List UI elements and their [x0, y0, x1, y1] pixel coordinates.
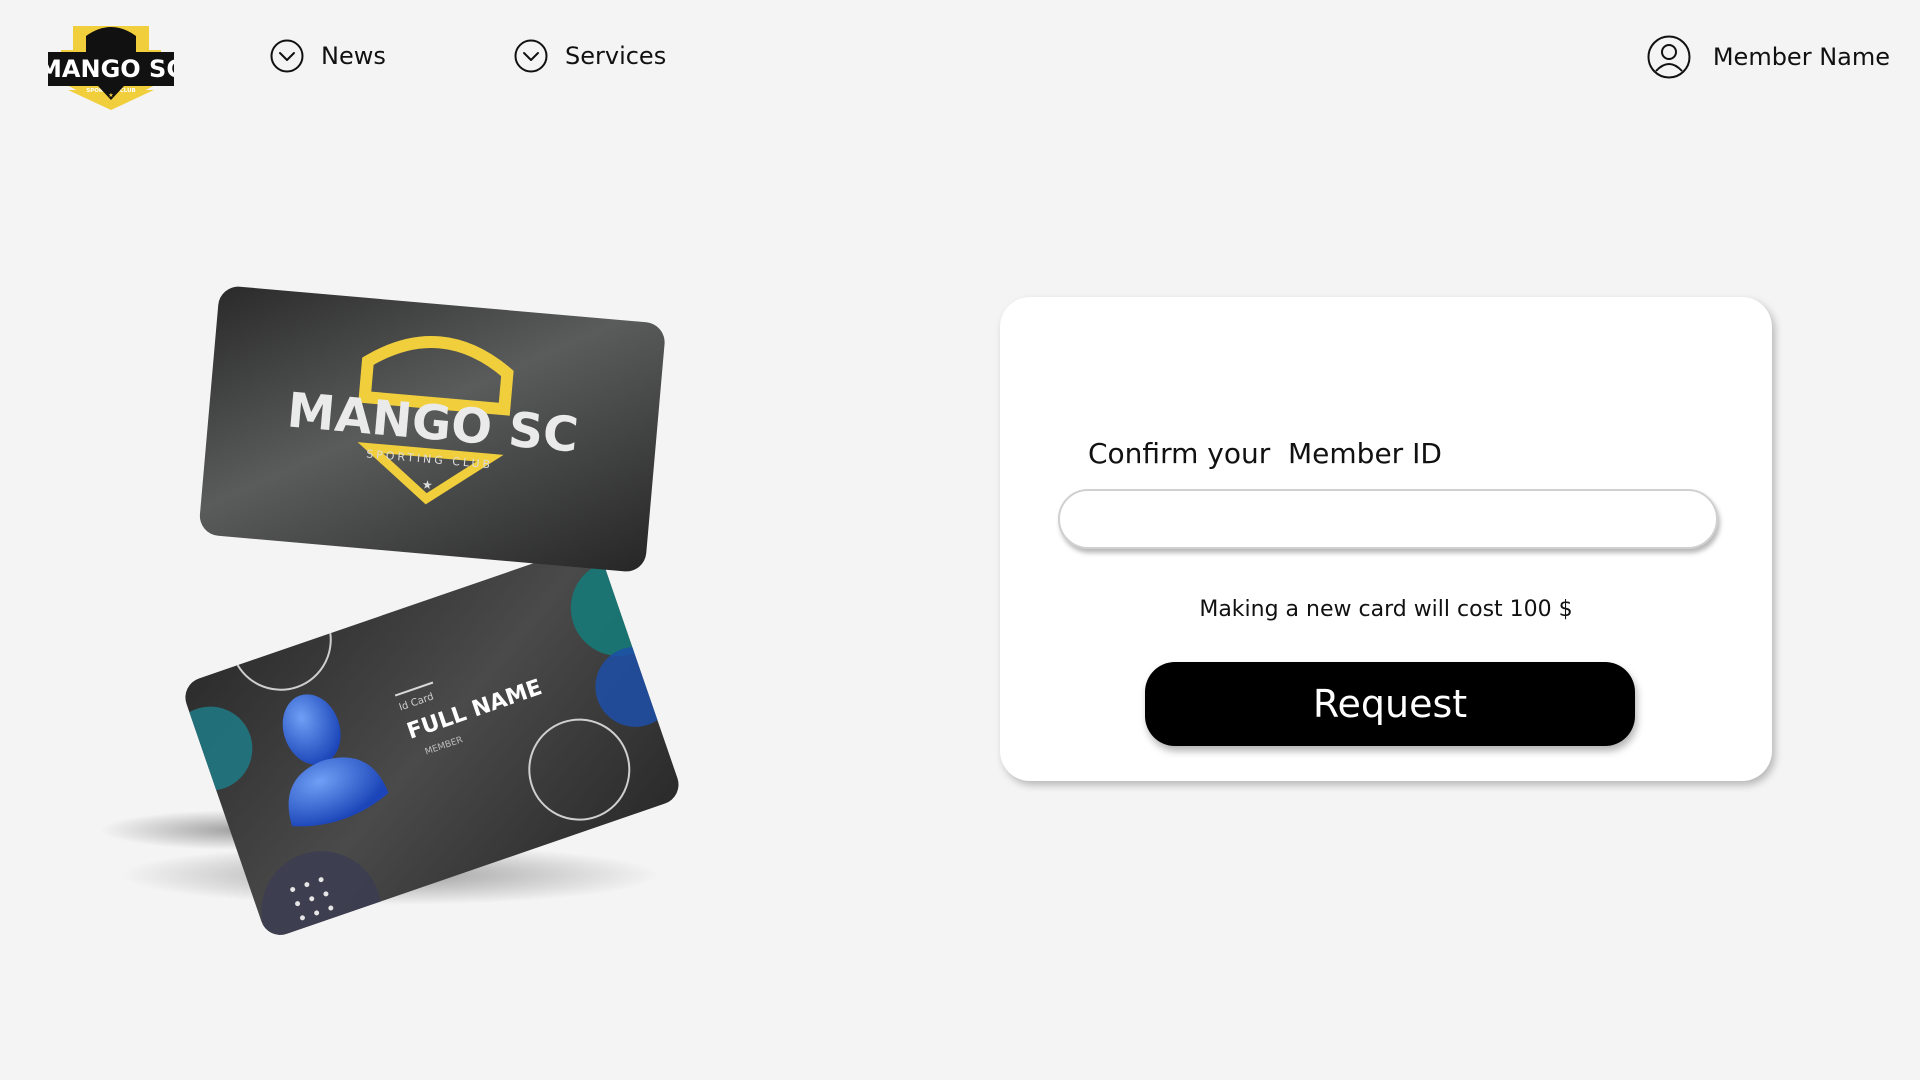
nav-news[interactable]: News [270, 36, 386, 76]
member-name: Member Name [1712, 43, 1890, 71]
chevron-down-circle-icon [270, 39, 304, 73]
user-circle-icon [1647, 35, 1691, 79]
nav-services[interactable]: Services [514, 36, 666, 76]
nav-news-label: News [321, 42, 386, 70]
chevron-down-circle-icon [514, 39, 548, 73]
member-id-label: Confirm your Member ID [1088, 437, 1442, 470]
nav-services-label: Services [565, 42, 667, 70]
mango-sc-logo[interactable]: MANGO SC SPORTING CLUB ★ [48, 20, 174, 110]
membership-card-illustration: Id Card FULL NAME MEMBER MANGO SC SPORTI… [100, 286, 679, 941]
request-button[interactable]: Request [1145, 662, 1635, 746]
logo-wordmark: MANGO SC [48, 55, 174, 83]
user-menu[interactable]: Member Name [1647, 34, 1890, 80]
svg-text:★: ★ [421, 477, 433, 492]
member-id-input[interactable] [1058, 489, 1718, 549]
cost-note: Making a new card will cost 100 $ [1199, 597, 1573, 622]
card-request-panel: Confirm your Member ID Making a new card… [1000, 297, 1772, 781]
svg-text:★: ★ [108, 92, 113, 99]
